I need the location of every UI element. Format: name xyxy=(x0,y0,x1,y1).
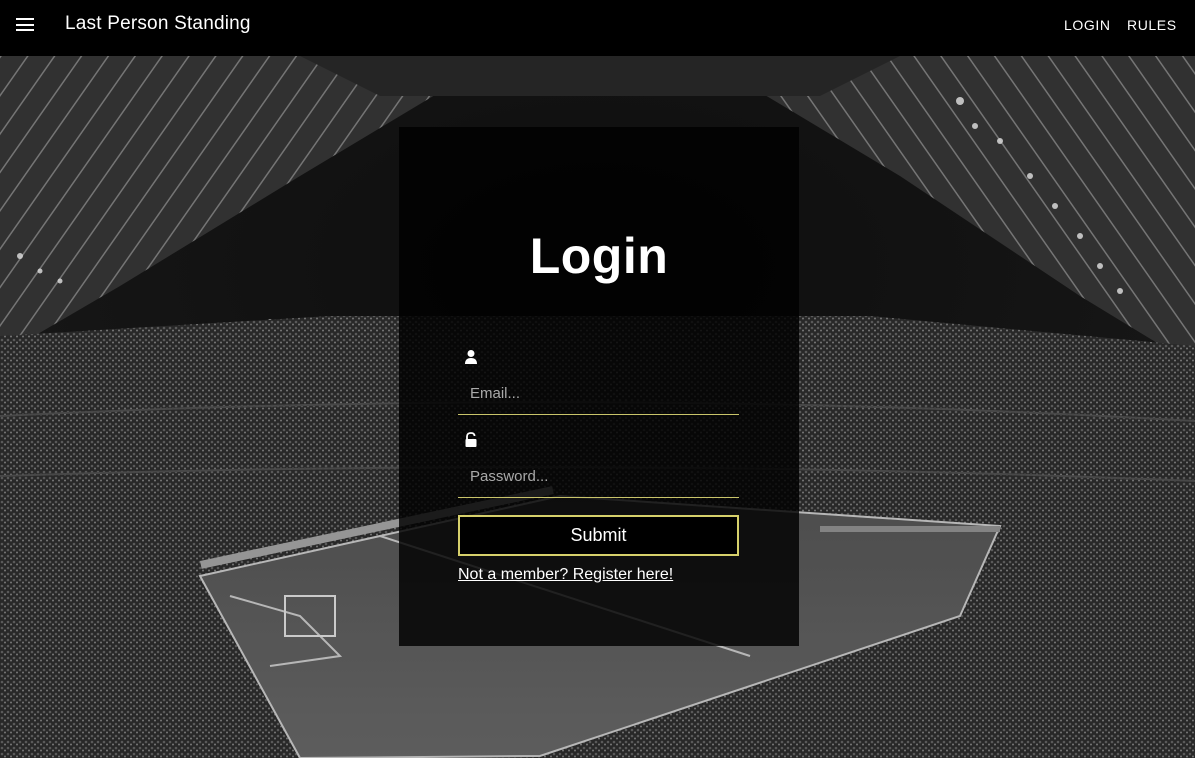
login-title: Login xyxy=(529,228,669,284)
email-input[interactable] xyxy=(458,373,739,415)
register-link[interactable]: Not a member? Register here! xyxy=(458,566,673,584)
unlock-icon xyxy=(465,432,477,447)
hamburger-menu-icon[interactable] xyxy=(16,18,34,31)
nav-rules-link[interactable]: RULES xyxy=(1127,17,1177,33)
top-nav-bar: Last Person Standing LOGIN RULES xyxy=(0,0,1195,56)
nav-login-link[interactable]: LOGIN xyxy=(1064,17,1111,33)
app-title: Last Person Standing xyxy=(65,13,251,34)
submit-button[interactable]: Submit xyxy=(458,515,739,556)
password-input[interactable] xyxy=(458,456,739,498)
page: Last Person Standing LOGIN RULES Login E… xyxy=(0,0,1195,758)
user-icon xyxy=(465,350,477,364)
login-card: Login Submit Not a member? Register here… xyxy=(399,127,799,646)
